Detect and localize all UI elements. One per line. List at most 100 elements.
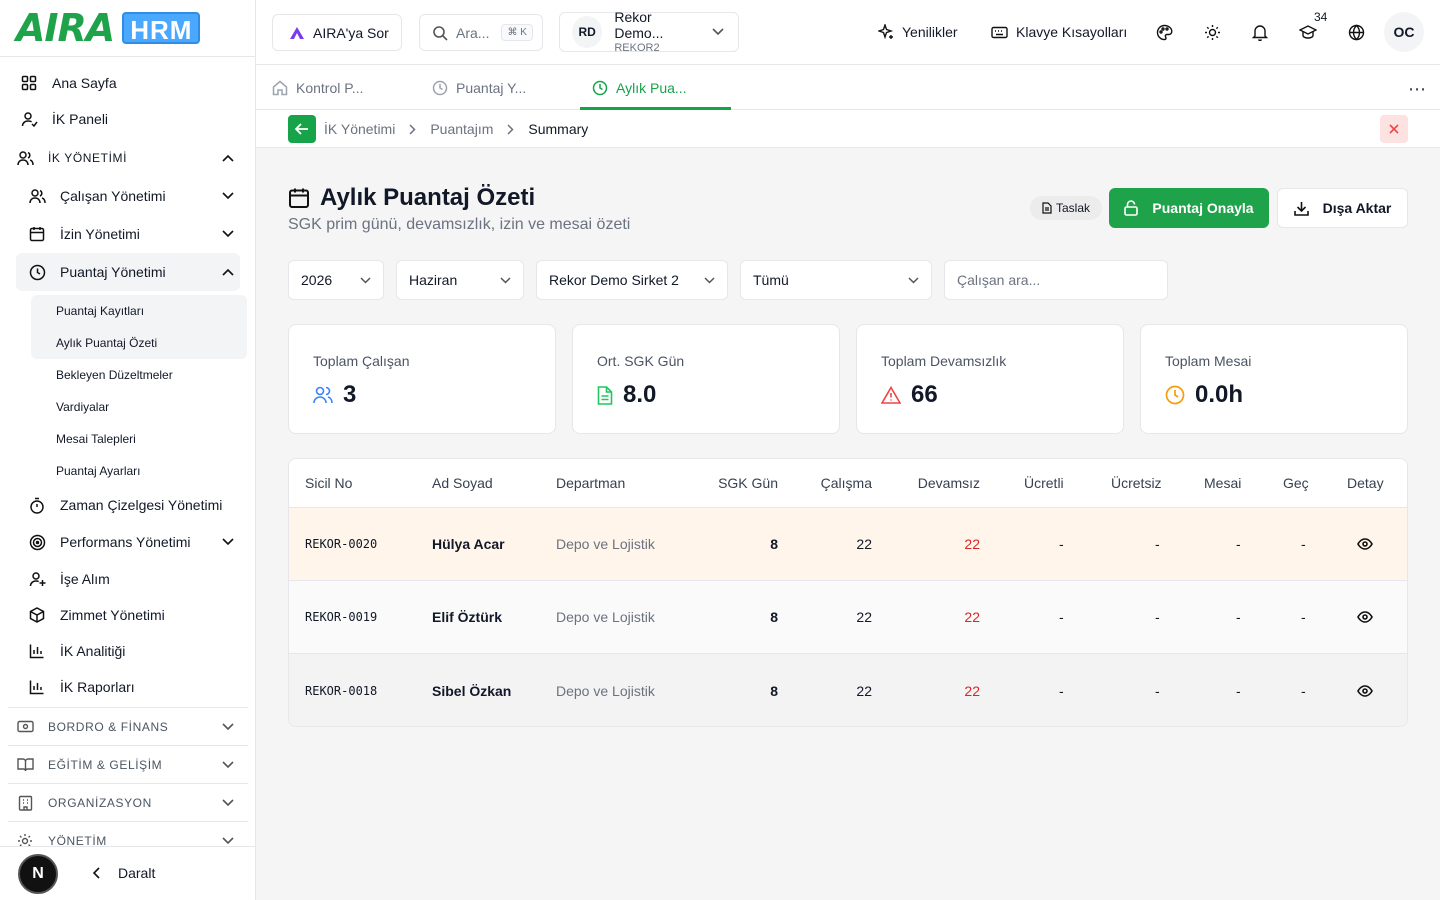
eye-icon[interactable] (1357, 508, 1373, 580)
sidebar-section-hr[interactable]: İK YÖNETİMİ (8, 139, 248, 177)
target-icon (28, 533, 46, 551)
company-code: REKOR2 (614, 42, 660, 55)
collapse-button[interactable]: Daralt (92, 865, 155, 881)
eye-icon[interactable] (1357, 654, 1373, 726)
keyboard-shortcuts-button[interactable]: Klavye Kısayolları (991, 0, 1127, 64)
month-select[interactable]: Haziran (396, 260, 524, 300)
chevron-down-icon (712, 28, 724, 36)
sidebar-section-training[interactable]: EĞİTİM & GELİŞİM (8, 745, 248, 783)
sidebar-item-employee-mgmt[interactable]: Çalışan Yönetimi (8, 177, 248, 215)
stat-label: Toplam Mesai (1165, 353, 1252, 369)
bell-icon[interactable] (1248, 20, 1272, 44)
sidebar-item-performance-mgmt[interactable]: Performans Yönetimi (8, 523, 248, 561)
palette-icon[interactable] (1152, 20, 1176, 44)
eye-icon[interactable] (1357, 581, 1373, 653)
breadcrumb-item[interactable]: Puantajım (430, 121, 493, 137)
logo[interactable]: AIRA HRM (0, 0, 255, 57)
chevron-up-icon (222, 154, 234, 162)
approve-timesheet-button[interactable]: Puantaj Onayla (1109, 188, 1269, 228)
more-icon[interactable]: ⋯ (1408, 79, 1427, 100)
bar-chart-icon (28, 678, 46, 696)
tab-label: Kontrol P... (296, 79, 364, 96)
sidebar-item-home[interactable]: Ana Sayfa (8, 65, 248, 101)
sidebar-item-label: Zimmet Yönetimi (60, 607, 165, 623)
search-button[interactable]: Ara... ⌘ K (419, 14, 543, 51)
tab-monthly-summary[interactable]: Aylık Pua... (580, 65, 730, 110)
column-header[interactable]: Devamsız (872, 459, 980, 507)
cell-sicil: REKOR-0018 (305, 683, 378, 698)
download-icon (1293, 201, 1309, 216)
breadcrumb-item[interactable]: İK Yönetimi (324, 121, 395, 137)
sidebar-section-org[interactable]: ORGANİZASYON (8, 783, 248, 821)
column-header[interactable]: Departman (556, 459, 625, 507)
keyboard-icon (991, 26, 1008, 39)
calendar-icon (28, 225, 46, 243)
warning-icon (881, 386, 901, 404)
user-avatar[interactable]: OC (1384, 12, 1424, 52)
whats-new-button[interactable]: Yenilikler (878, 0, 958, 64)
aira-logo-icon (289, 26, 305, 40)
clock-icon (592, 80, 608, 96)
n-badge[interactable]: N (18, 854, 58, 894)
cell-sicil: REKOR-0019 (305, 610, 378, 624)
sidebar-item-timesheet-mgmt[interactable]: Puantaj Yönetimi (16, 253, 240, 291)
export-label: Dışa Aktar (1322, 200, 1392, 216)
table-row[interactable]: REKOR-0020 Hülya Acar Depo ve Lojistik 8… (289, 508, 1407, 581)
sidebar-item-analytics[interactable]: İK Analitiği (8, 633, 248, 669)
sidebar-item-label: Puantaj Yönetimi (60, 264, 166, 280)
cell-name: Hülya Acar (432, 536, 505, 552)
table-row[interactable]: REKOR-0019 Elif Öztürk Depo ve Lojistik … (289, 581, 1407, 654)
sidebar-item-schedule-mgmt[interactable]: Zaman Çizelgesi Yönetimi (8, 487, 248, 523)
column-header[interactable]: Detay (1347, 459, 1384, 507)
table-row[interactable]: REKOR-0018 Sibel Özkan Depo ve Lojistik … (289, 654, 1407, 726)
column-header[interactable]: Çalışma (778, 459, 872, 507)
sidebar-item-assets[interactable]: Zimmet Yönetimi (8, 597, 248, 633)
sidebar-section-payroll[interactable]: BORDRO & FİNANS (8, 707, 248, 745)
search-shortcut: ⌘ K (501, 24, 533, 41)
sidebar-subitem-monthly-summary[interactable]: Aylık Puantaj Özeti (31, 327, 247, 359)
sidebar-item-hr-panel[interactable]: İK Paneli (8, 101, 248, 137)
sun-icon[interactable] (1200, 20, 1224, 44)
back-button[interactable] (288, 115, 316, 143)
sidebar-item-leave-mgmt[interactable]: İzin Yönetimi (8, 215, 248, 253)
chevron-down-icon (908, 276, 919, 284)
cell-name: Sibel Özkan (432, 682, 512, 699)
scope-select[interactable]: Tümü (740, 260, 932, 300)
sidebar-subitem-timesheet-settings[interactable]: Puantaj Ayarları (31, 455, 247, 487)
column-header[interactable]: Ücretli (1024, 459, 1064, 507)
sidebar-subitem-pending-corrections[interactable]: Bekleyen Düzeltmeler (31, 359, 247, 391)
tab-timesheet[interactable]: Puantaj Y... (432, 65, 526, 110)
logo-text: AIRA (16, 6, 115, 50)
close-button[interactable] (1380, 115, 1408, 143)
year-select[interactable]: 2026 (288, 260, 384, 300)
sidebar: AIRA HRM Ana Sayfa İK Paneli İK YÖNETİMİ… (0, 0, 256, 900)
ask-aira-button[interactable]: AIRA'ya Sor (272, 14, 402, 51)
employee-search-input[interactable]: Çalışan ara... (944, 260, 1168, 300)
sidebar-section-label: ORGANİZASYON (48, 795, 152, 810)
export-button[interactable]: Dışa Aktar (1277, 188, 1408, 228)
sidebar-item-reports[interactable]: İK Raporları (8, 669, 248, 705)
breadcrumb-current: Summary (528, 121, 589, 137)
sidebar-subitem-overtime-requests[interactable]: Mesai Talepleri (31, 423, 247, 455)
column-header[interactable]: Ücretsiz (1111, 459, 1162, 507)
column-header[interactable]: SGK Gün (689, 459, 778, 507)
cell-sgk-days: 8 (770, 536, 778, 552)
chevron-down-icon (500, 276, 511, 284)
sidebar-subitem-timesheet-records[interactable]: Puantaj Kayıtları (31, 295, 247, 327)
column-header[interactable]: Geç (1283, 459, 1309, 507)
tab-label: Puantaj Y... (456, 79, 527, 96)
company-select[interactable]: Rekor Demo Sirket 2 (536, 260, 728, 300)
tab-dashboard[interactable]: Kontrol P... (272, 65, 363, 110)
column-header[interactable]: Mesai (1204, 459, 1241, 507)
sidebar-item-recruitment[interactable]: İşe Alım (8, 561, 248, 597)
home-icon (272, 80, 288, 96)
cell-absent: 22 (964, 536, 980, 552)
sparkles-icon (878, 24, 894, 40)
sidebar-subitem-shifts[interactable]: Vardiyalar (31, 391, 247, 423)
column-header[interactable]: Sicil No (305, 459, 352, 507)
sidebar-item-label: Zaman Çizelgesi Yönetimi (60, 497, 223, 513)
company-switcher[interactable]: RD Rekor Demo... REKOR2 (559, 9, 739, 55)
column-header[interactable]: Ad Soyad (432, 459, 493, 507)
globe-icon[interactable] (1344, 20, 1368, 44)
stat-value: 3 (343, 381, 357, 408)
